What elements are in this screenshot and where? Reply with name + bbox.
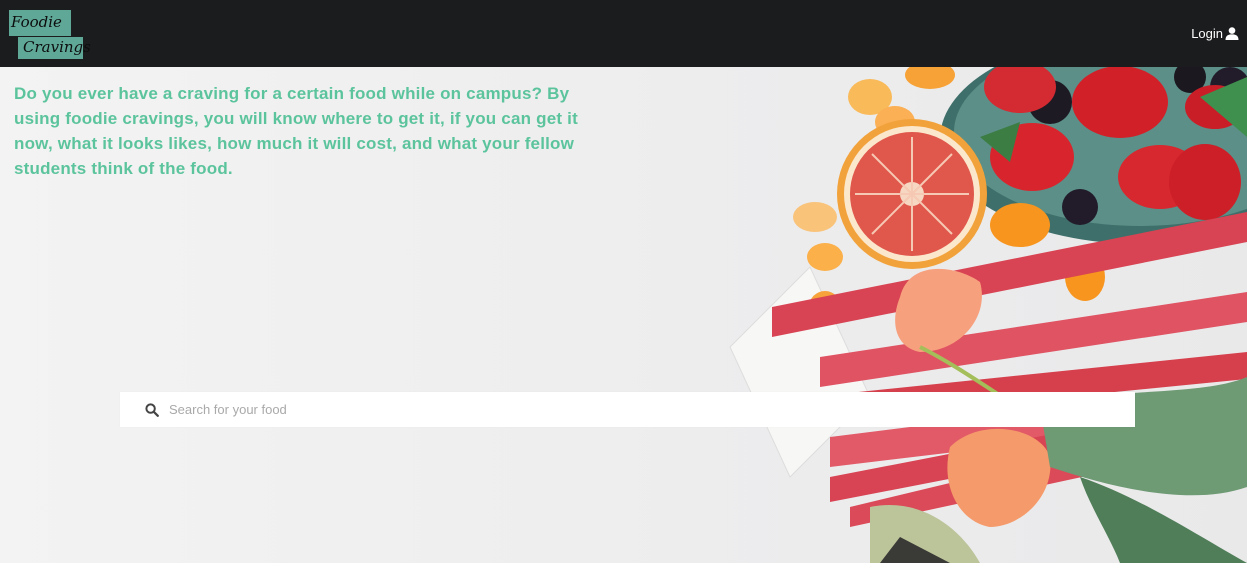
search-bar[interactable] <box>120 392 1135 427</box>
search-icon <box>145 402 159 417</box>
login-label: Login <box>1191 26 1223 41</box>
logo[interactable]: Foodie Cravings <box>9 10 91 60</box>
food-photo <box>729 67 1247 563</box>
logo-text-foodie: Foodie <box>11 13 62 31</box>
logo-text-cravings: Cravings <box>23 38 91 56</box>
page: Foodie Cravings Login Do you ever have a… <box>0 0 1247 563</box>
login-button[interactable]: Login <box>1191 26 1239 41</box>
search-input[interactable] <box>169 402 1069 417</box>
intro-text: Do you ever have a craving for a certain… <box>14 84 578 178</box>
user-icon <box>1225 27 1239 40</box>
navbar: Foodie Cravings Login <box>0 0 1247 67</box>
